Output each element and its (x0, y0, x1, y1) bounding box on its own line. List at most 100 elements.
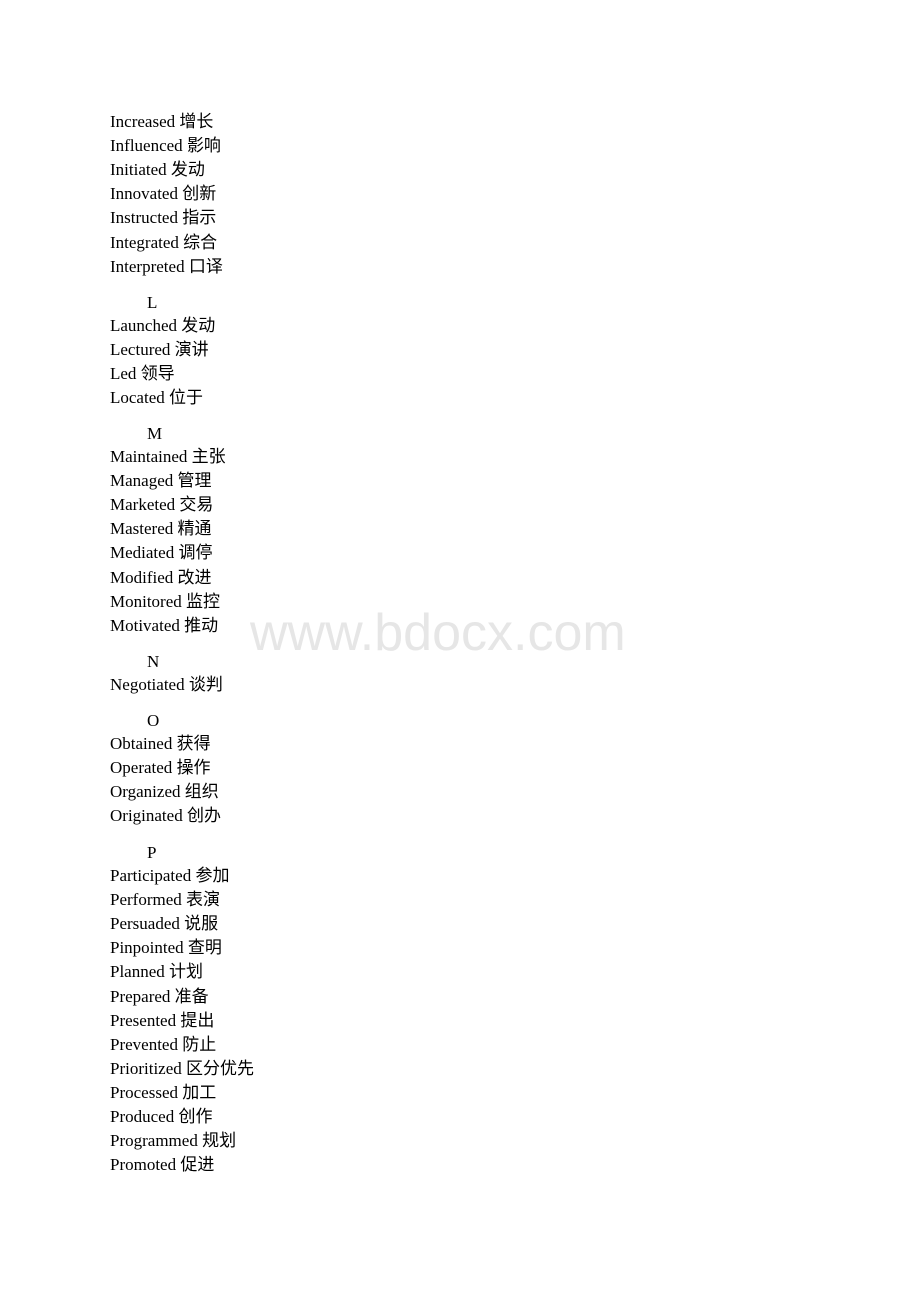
word-entry: Processed 加工 (110, 1083, 216, 1103)
word-entry: Prepared 准备 (110, 987, 209, 1007)
word-entry: Instructed 指示 (110, 208, 216, 228)
word-entry: Managed 管理 (110, 471, 212, 491)
english-word: Increased (110, 112, 176, 131)
chinese-translation: 推动 (184, 615, 219, 636)
word-entry: Programmed 规划 (110, 1131, 236, 1151)
chinese-translation: 演讲 (174, 340, 209, 361)
english-word: Obtained (110, 734, 173, 753)
word-entry: Prevented 防止 (110, 1035, 216, 1055)
chinese-translation: 增长 (179, 112, 214, 132)
word-entry: Launched 发动 (110, 316, 215, 336)
chinese-translation: 表演 (186, 890, 221, 911)
chinese-translation: 创办 (186, 806, 221, 827)
chinese-translation: 组织 (184, 782, 219, 803)
chinese-translation: 口译 (188, 256, 223, 277)
word-entry: Organized 组织 (110, 782, 219, 802)
english-word: Originated (110, 806, 183, 826)
chinese-translation: 参加 (195, 866, 230, 886)
english-word: Mediated (110, 543, 175, 563)
english-word: Led (110, 364, 137, 384)
word-entry: Operated 操作 (110, 758, 211, 778)
english-word: Promoted (110, 1155, 177, 1175)
chinese-translation: 综合 (183, 232, 218, 253)
word-entry: Located 位于 (110, 388, 203, 408)
chinese-translation: 谈判 (188, 675, 223, 695)
english-word: Integrated (110, 232, 179, 252)
word-entry: Maintained 主张 (110, 447, 226, 467)
word-entry: Modified 改进 (110, 568, 212, 588)
english-word: Influenced (110, 136, 183, 156)
word-entry: Participated 参加 (110, 866, 229, 886)
word-entry: Innovated 创新 (110, 184, 216, 204)
word-entry: Motivated 推动 (110, 616, 218, 636)
chinese-translation: 加工 (182, 1082, 217, 1103)
english-word: Mastered (110, 519, 174, 539)
chinese-translation: 影响 (186, 136, 221, 157)
word-entry: Produced 创作 (110, 1107, 212, 1127)
english-word: Initiated (110, 160, 167, 180)
english-word: Presented (110, 1010, 177, 1030)
word-entry: Planned 计划 (110, 962, 203, 982)
english-word: Planned (110, 962, 165, 982)
chinese-translation: 区分优先 (186, 1058, 255, 1079)
chinese-translation: 改进 (177, 567, 212, 588)
section-letter: L (147, 293, 158, 312)
chinese-translation: 调停 (178, 543, 213, 564)
chinese-translation: 主张 (191, 447, 226, 467)
document-page: www.bdocx.com Increased 增长 Influenced 影响 I… (0, 0, 920, 1302)
english-word: Located (110, 388, 165, 408)
chinese-translation: 管理 (177, 471, 212, 492)
english-word: Prioritized (110, 1058, 182, 1078)
chinese-translation: 查明 (187, 938, 222, 959)
chinese-translation: 规划 (202, 1131, 237, 1152)
english-word: Lectured (110, 340, 171, 360)
chinese-translation: 发动 (170, 160, 205, 181)
chinese-translation: 提出 (180, 1010, 215, 1031)
chinese-translation: 交易 (179, 495, 214, 516)
word-entry: Pinpointed 查明 (110, 938, 222, 958)
chinese-translation: 促进 (180, 1155, 215, 1176)
word-entry: Persuaded 说服 (110, 914, 218, 934)
chinese-translation: 精通 (177, 519, 212, 540)
word-entry: Marketed 交易 (110, 495, 213, 515)
english-word: Pinpointed (110, 938, 184, 958)
english-word: Marketed (110, 495, 176, 515)
word-entry: Interpreted 口译 (110, 257, 223, 277)
word-entry: Led 领导 (110, 364, 175, 384)
english-word: Programmed (110, 1131, 198, 1151)
chinese-translation: 指示 (182, 208, 217, 229)
word-entry: Increased 增长 (110, 112, 213, 132)
english-word: Launched (110, 316, 178, 335)
word-entry: Negotiated 谈判 (110, 675, 223, 695)
section-letter: P (147, 843, 157, 862)
chinese-translation: 监控 (186, 591, 221, 612)
english-word: Innovated (110, 184, 178, 204)
word-entry: Performed 表演 (110, 890, 220, 910)
chinese-translation: 防止 (182, 1034, 217, 1055)
chinese-translation: 获得 (176, 734, 211, 754)
english-word: Organized (110, 782, 181, 802)
english-word: Prevented (110, 1034, 178, 1054)
section-letter: N (147, 652, 160, 671)
word-entry: Mastered 精通 (110, 519, 212, 539)
word-entry: Originated 创办 (110, 806, 221, 826)
english-word: Participated (110, 866, 192, 885)
chinese-translation: 位于 (169, 388, 203, 409)
section-letter: O (147, 711, 160, 730)
watermark: www.bdocx.com (250, 604, 626, 662)
english-word: Produced (110, 1107, 175, 1126)
chinese-translation: 创新 (182, 184, 217, 205)
word-entry: Influenced 影响 (110, 136, 221, 156)
word-entry: Prioritized 区分优先 (110, 1059, 254, 1079)
chinese-translation: 创作 (178, 1107, 213, 1127)
chinese-translation: 计划 (169, 962, 204, 983)
english-word: Maintained (110, 447, 188, 466)
english-word: Prepared (110, 986, 171, 1006)
english-word: Motivated (110, 615, 180, 635)
english-word: Modified (110, 567, 174, 587)
english-word: Processed (110, 1082, 178, 1102)
english-word: Interpreted (110, 256, 185, 276)
chinese-translation: 领导 (140, 364, 175, 385)
english-word: Instructed (110, 208, 178, 228)
english-word: Persuaded (110, 914, 180, 934)
